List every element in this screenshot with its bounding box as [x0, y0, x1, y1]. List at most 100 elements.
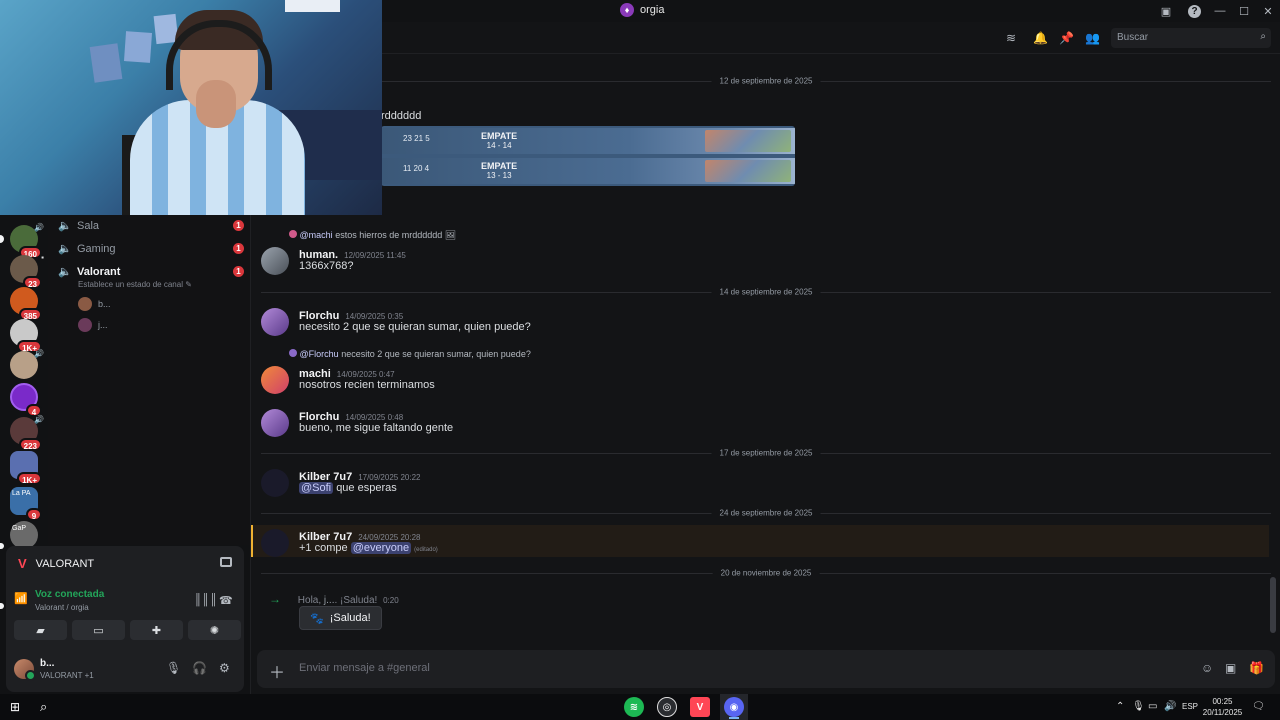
message-text: @Sofi que esperas [299, 482, 397, 494]
timestamp: 12/09/2025 11:45 [344, 251, 406, 260]
voice-channel-valorant[interactable]: 🔈 Valorant 1 [58, 265, 244, 278]
server-icon[interactable]: ▪ 23 [10, 253, 44, 289]
share-screen-button[interactable]: ▭ [72, 620, 125, 640]
server-icon[interactable]: 1K+ [10, 319, 42, 353]
spotify-icon[interactable]: ≋ [624, 697, 644, 717]
voice-user[interactable]: b... [78, 297, 111, 311]
avatar[interactable] [261, 308, 289, 336]
message-composer[interactable]: ＋ Enviar mensaje a #general ☺ ▣ 🎁 [257, 650, 1275, 688]
date-divider: 17 de septiembre de 2025 [261, 448, 1271, 458]
channel-list: 🔈 Sala 1 🔈 Gaming 1 🔈 Valorant 1 Estable… [48, 215, 250, 545]
channel-name: Sala [77, 219, 100, 232]
avatar[interactable] [261, 366, 289, 394]
game-activity[interactable]: V VALORANT [18, 556, 94, 571]
minimize-button[interactable]: — [1208, 0, 1232, 22]
server-icon[interactable]: 🔊 223 [10, 415, 44, 451]
channel-name: Gaming [77, 242, 116, 255]
speaker-icon: 🔈 [58, 266, 72, 278]
voice-channel-sala[interactable]: 🔈 Sala 1 [58, 219, 244, 232]
voice-connection-status: 📶 Voz conectada Valorant / orgia [14, 589, 104, 612]
voice-user[interactable]: j... [78, 318, 108, 332]
reply-reference[interactable]: @Florchu necesito 2 que se quieran sumar… [289, 349, 531, 359]
server-label: PA [21, 490, 31, 497]
screen-share-icon[interactable] [220, 557, 232, 567]
unread-badge: 1 [233, 220, 244, 231]
microphone-icon[interactable]: 🎙 [1132, 701, 1145, 712]
avatar[interactable] [261, 469, 289, 497]
maximize-button[interactable]: ☐ [1232, 0, 1256, 22]
voice-action-buttons: ▰ ▭ ✚ ✺ [14, 620, 241, 640]
inbox-icon[interactable]: ▣ [1158, 3, 1174, 19]
server-folder[interactable]: La PA 9 [10, 487, 42, 521]
search-input[interactable]: Buscar ⌕ [1111, 28, 1271, 48]
noise-suppression-icon[interactable]: ║║║ [194, 594, 217, 606]
camera-off-icon: ▰ [36, 624, 45, 637]
member-list-icon[interactable]: 👥 [1085, 31, 1100, 45]
valorant-icon[interactable]: V [690, 697, 710, 717]
gif-icon[interactable]: ▣ [1225, 661, 1236, 675]
channel-status-prompt[interactable]: Establece un estado de canal ✎ [78, 280, 192, 289]
message-text: nosotros recien terminamos [299, 379, 435, 391]
message-text: +1 compe @everyone (editado) [299, 542, 438, 554]
server-folder[interactable]: 1K+ [10, 451, 42, 485]
volume-icon[interactable]: 🔊 [1164, 701, 1176, 712]
wave-button[interactable]: 🐾 ¡Saluda! [299, 606, 382, 630]
activities-button[interactable]: ✚ [130, 620, 183, 640]
language-indicator[interactable]: ESP [1182, 702, 1198, 711]
windows-taskbar: ⊞ ⌕ ≋ ◎ V ◉ ⌃ 🎙 ▭ 🔊 ESP 00:25 20/11/2025… [0, 694, 1280, 720]
system-clock[interactable]: 00:25 20/11/2025 [1200, 696, 1245, 718]
headphones-icon[interactable]: 🎧 [192, 661, 207, 675]
threads-icon[interactable]: ≋ [1006, 31, 1016, 45]
gift-icon[interactable]: 🎁 [1249, 661, 1264, 675]
match-row: 23 21 5 EMPATE 14 - 14 [381, 128, 795, 154]
chevron-up-icon[interactable]: ⌃ [1116, 701, 1124, 712]
avatar[interactable] [261, 409, 289, 437]
steam-icon[interactable]: ◎ [657, 697, 677, 717]
search-icon[interactable]: ⌕ [40, 699, 47, 715]
username[interactable]: j... [324, 595, 335, 606]
voice-location[interactable]: Valorant / orgia [35, 603, 104, 612]
voice-status[interactable]: Voz conectada [35, 589, 104, 600]
user-mention[interactable]: @Sofi [299, 482, 334, 494]
user-panel[interactable]: b... VALORANT +1 [14, 658, 94, 681]
avatar [78, 297, 92, 311]
pin-icon[interactable]: 📌 [1059, 31, 1074, 45]
mention-badge: 223 [18, 438, 42, 451]
notification-bell-icon[interactable]: 🔔 [1033, 31, 1048, 45]
clock-date: 20/11/2025 [1202, 708, 1243, 717]
join-message: → Hola, j.... ¡Saluda! 0:20 [269, 592, 399, 606]
voice-channel-gaming[interactable]: 🔈 Gaming 1 [58, 242, 244, 255]
notifications-icon[interactable]: 🗨 [1252, 701, 1265, 712]
reply-reference[interactable]: @machi estos hierros de mrdddddd 🖼 [289, 230, 456, 241]
disconnect-icon[interactable]: ☎ [219, 594, 233, 607]
avatar[interactable] [261, 247, 289, 275]
match-row: 11 20 4 EMPATE 13 - 13 [381, 158, 795, 184]
windows-start-icon[interactable]: ⊞ [10, 700, 20, 714]
network-icon[interactable]: ▭ [1148, 701, 1157, 712]
microphone-icon[interactable]: 🎙 [166, 661, 181, 675]
server-icon[interactable]: 385 [10, 287, 42, 321]
soundboard-button[interactable]: ✺ [188, 620, 241, 640]
composer-placeholder: Enviar mensaje a #general [299, 662, 430, 674]
scrollbar-thumb[interactable] [1270, 577, 1276, 633]
server-icon[interactable]: 🔊 160 [10, 223, 44, 259]
user-activity: VALORANT +1 [40, 671, 94, 680]
emoji-icon[interactable]: ☺ [1201, 661, 1213, 675]
server-icon[interactable]: 🔊 [10, 349, 44, 379]
server-icon[interactable]: GaP [10, 521, 38, 549]
speaker-icon: 🔊 [34, 415, 44, 424]
plus-icon[interactable]: ＋ [269, 659, 285, 683]
server-icon[interactable]: 4 [10, 383, 42, 417]
match-embed[interactable]: 23 21 5 EMPATE 14 - 14 11 20 4 EMPATE 13 -… [381, 126, 795, 186]
unread-badge: 1 [233, 266, 244, 277]
close-button[interactable]: ✕ [1256, 0, 1280, 22]
avatar[interactable] [261, 529, 289, 557]
discord-icon[interactable]: ◉ [724, 697, 744, 717]
message-text: 1366x768? [299, 260, 354, 272]
camera-button[interactable]: ▰ [14, 620, 67, 640]
match-score: 11 20 4 [403, 164, 430, 173]
channel-name: Valorant [77, 265, 121, 278]
help-icon[interactable]: ? [1188, 4, 1201, 18]
settings-gear-icon[interactable]: ⚙ [219, 661, 230, 675]
everyone-mention[interactable]: @everyone [350, 542, 412, 554]
